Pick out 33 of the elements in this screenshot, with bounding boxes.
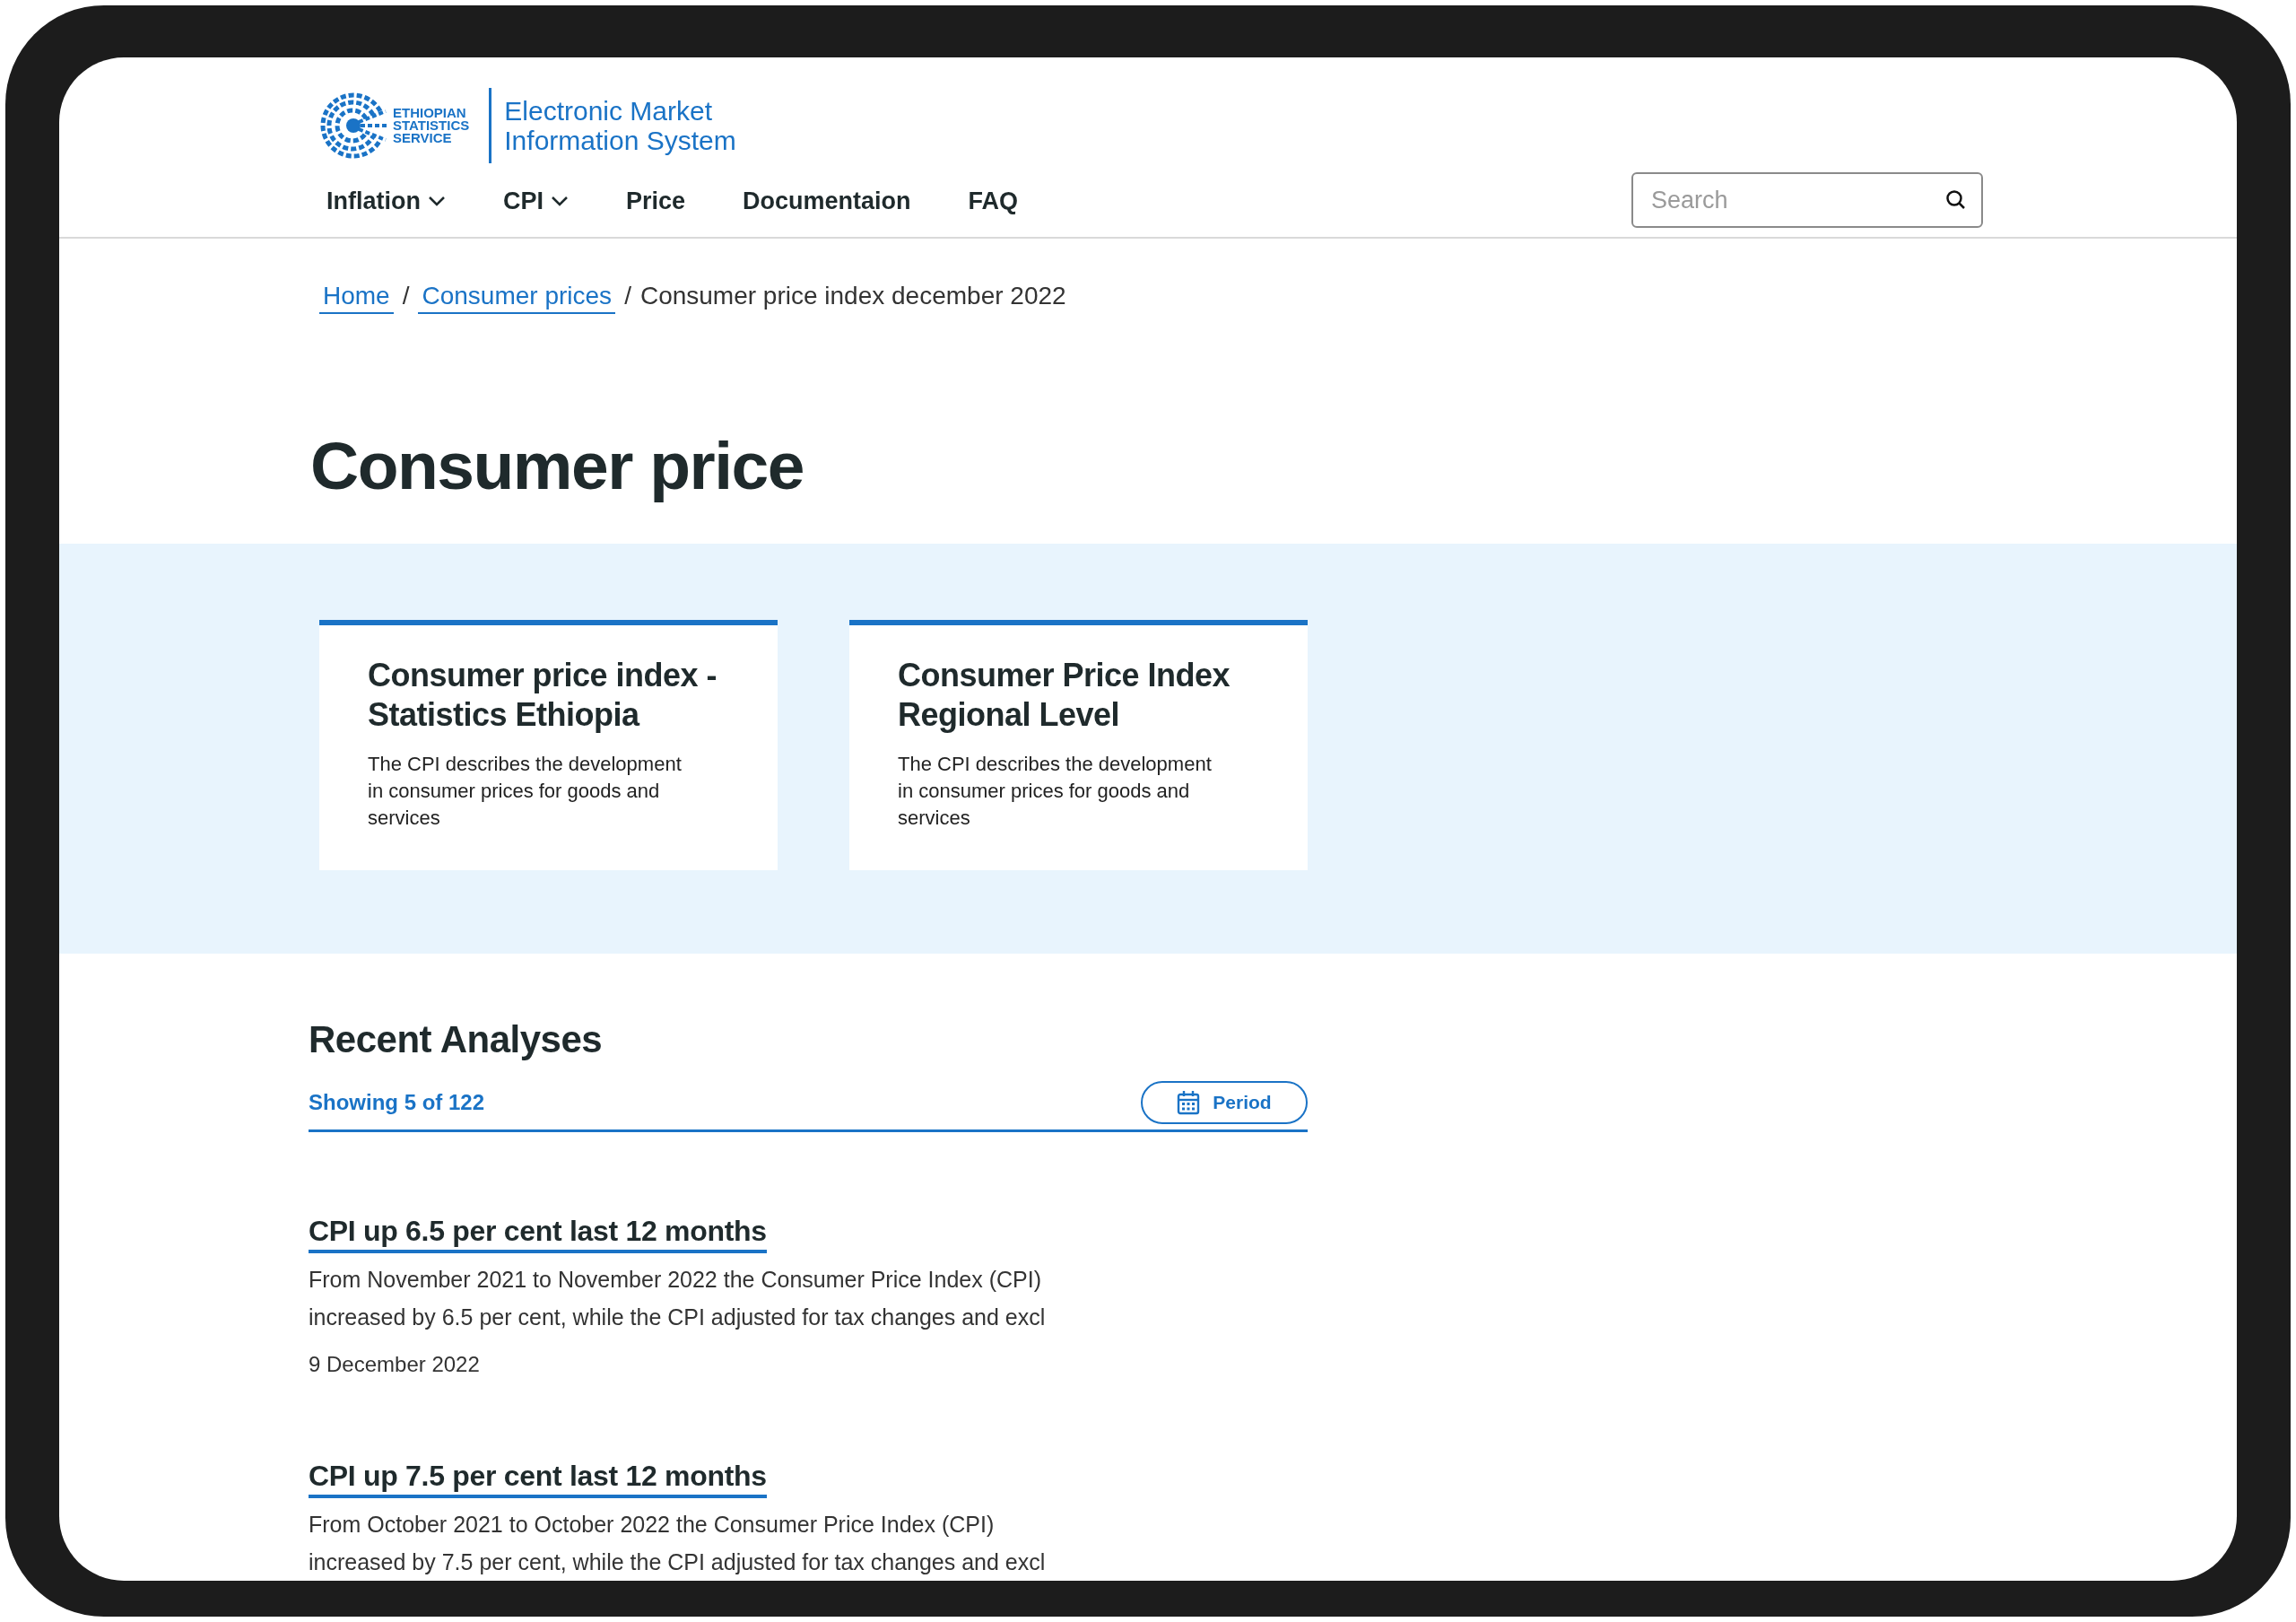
calendar-icon xyxy=(1177,1090,1201,1115)
breadcrumb-separator: / xyxy=(402,282,410,310)
card-title: Consumer Price Index Regional Level xyxy=(898,656,1231,735)
breadcrumb-separator: / xyxy=(624,282,631,310)
nav-menu[interactable]: CPI xyxy=(503,187,569,215)
card-description: The CPI describes the development in consumer prices for goods and services xyxy=(368,752,683,831)
breadcrumb-link[interactable]: Consumer prices xyxy=(418,282,616,314)
search-icon xyxy=(1945,189,1967,211)
site-title[interactable]: Electronic Market Information System xyxy=(504,96,736,155)
breadcrumb-link[interactable]: Home xyxy=(319,282,394,314)
nav-link[interactable]: FAQ xyxy=(968,187,1019,215)
breadcrumb-current: Consumer price index december 2022 xyxy=(639,282,1066,310)
search-field[interactable]: Search xyxy=(1631,172,1983,228)
nav-link[interactable]: Price xyxy=(626,187,686,215)
article-date: 9 December 2022 xyxy=(309,1352,481,1377)
chevron-down-icon xyxy=(428,196,446,206)
card-title: Consumer price index - Statistics Ethiopia xyxy=(368,656,718,735)
card-description: The CPI describes the development in consumer prices for goods and services xyxy=(898,752,1213,831)
nav-link[interactable]: Documentaion xyxy=(743,187,911,215)
section-heading: Recent Analyses xyxy=(309,1018,604,1061)
page-title: Consumer price xyxy=(309,427,804,505)
article-title-link[interactable]: CPI up 6.5 per cent last 12 months xyxy=(309,1215,767,1253)
chevron-down-icon xyxy=(551,196,569,206)
article-summary: From November 2021 to November 2022 the Consumer Price Index (CPI) increased by 6.5 per cent, while the CPI adjusted for tax changes and excl xyxy=(309,1266,1047,1331)
category-card[interactable]: Consumer price index - Statistics Ethiopia The CPI describes the development in consumer prices for goods and services xyxy=(319,620,778,870)
article-summary: From October 2021 to October 2022 the Consumer Price Index (CPI) increased by 7.5 per cent, while the CPI adjusted for tax changes and excl xyxy=(309,1511,1047,1576)
nav-menu[interactable]: Inflation xyxy=(326,187,446,215)
globe-logo-icon xyxy=(319,92,387,160)
agency-logo-text: ETHIOPIAN STATISTICS SERVICE xyxy=(393,107,470,144)
result-count: Showing 5 of 122 xyxy=(309,1090,485,1115)
article-title-link[interactable]: CPI up 7.5 per cent last 12 months xyxy=(309,1460,767,1498)
category-card[interactable]: Consumer Price Index Regional Level The CPI describes the development in consumer prices for goods and services xyxy=(849,620,1308,870)
period-button[interactable]: Period xyxy=(1141,1081,1308,1124)
